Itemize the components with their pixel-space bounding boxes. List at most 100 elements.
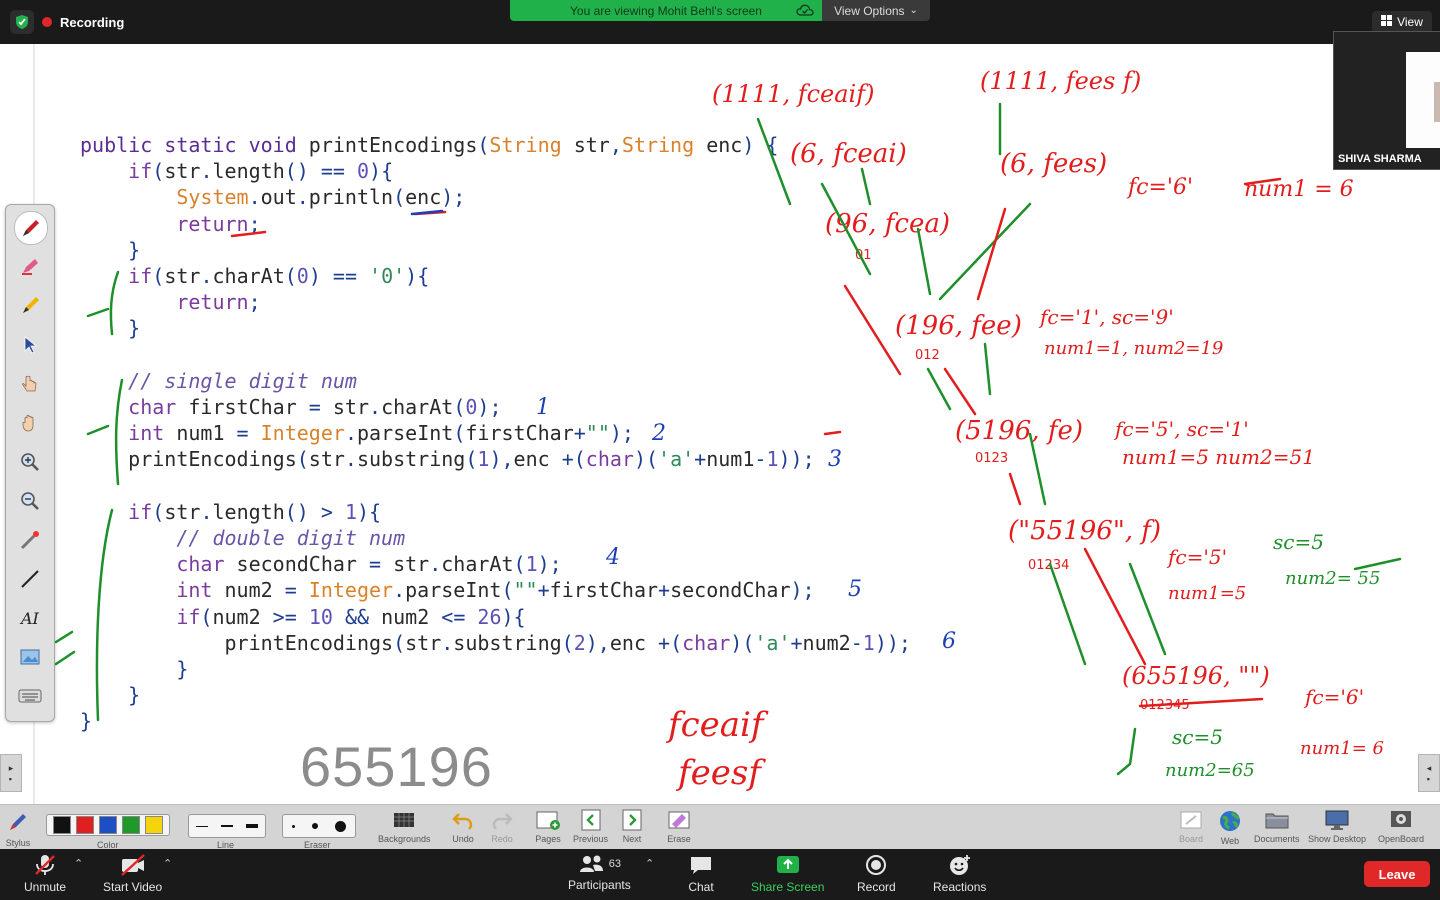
color-swatch-yellow[interactable] bbox=[145, 816, 164, 834]
line-width-picker[interactable] bbox=[188, 814, 266, 838]
record-button[interactable]: Record bbox=[857, 853, 896, 894]
participant-video-thumbnail[interactable]: SHIVA SHARMA bbox=[1333, 31, 1440, 170]
line-thin-icon[interactable] bbox=[195, 825, 208, 827]
color-swatch-black[interactable] bbox=[52, 816, 71, 834]
next-page-button[interactable]: Next bbox=[620, 808, 644, 844]
right-panel-toggle-icon[interactable]: ◂ ▪ bbox=[1418, 754, 1440, 792]
ink-line-number-6: 6 bbox=[942, 629, 956, 654]
openboard-menu-button[interactable]: OpenBoard bbox=[1378, 808, 1424, 844]
show-desktop-button[interactable]: Show Desktop bbox=[1308, 808, 1366, 844]
web-button[interactable]: Web bbox=[1217, 808, 1243, 846]
participant-name: SHIVA SHARMA bbox=[1338, 153, 1422, 165]
video-options-caret-icon[interactable]: ⌃ bbox=[163, 857, 172, 870]
stylus-button[interactable]: Stylus bbox=[4, 808, 32, 848]
view-button[interactable]: View bbox=[1372, 11, 1432, 33]
record-label: Record bbox=[857, 880, 896, 894]
chat-button[interactable]: Chat bbox=[688, 853, 714, 894]
zoom-top-bar: Recording You are viewing Mohit Behl's s… bbox=[0, 0, 1440, 44]
participants-button[interactable]: 63 Participants bbox=[568, 853, 631, 892]
microphone-muted-icon bbox=[35, 855, 55, 875]
previous-page-icon bbox=[581, 809, 600, 831]
viewing-banner: You are viewing Mohit Behl's screen bbox=[510, 0, 822, 21]
zoom-in-icon[interactable] bbox=[14, 446, 46, 478]
erase-all-button[interactable]: Erase bbox=[666, 808, 692, 844]
stylus-icon bbox=[10, 814, 26, 830]
reactions-button[interactable]: Reactions bbox=[933, 853, 986, 894]
video-frame-detail bbox=[1434, 82, 1440, 122]
hand-pan-icon[interactable] bbox=[14, 407, 46, 439]
share-screen-button[interactable]: Share Screen bbox=[751, 853, 824, 894]
color-swatch-green[interactable] bbox=[122, 816, 141, 834]
ink-note-num1-num2-19: num1=1, num2=19 bbox=[1044, 338, 1223, 359]
capture-tool-icon[interactable] bbox=[14, 641, 46, 673]
ink-line-number-4: 4 bbox=[605, 545, 620, 570]
recording-indicator[interactable]: Recording bbox=[10, 10, 124, 34]
board-button[interactable]: Board bbox=[1178, 808, 1204, 844]
ink-call-top-left: (1111, fceaif) bbox=[712, 80, 874, 108]
ink-line-number-2: 2 bbox=[651, 421, 666, 446]
eraser-large-icon[interactable] bbox=[335, 820, 347, 832]
gear-icon bbox=[1391, 811, 1412, 827]
unmute-button[interactable]: Unmute bbox=[24, 853, 66, 894]
whiteboard-toolbar: Stylus Color Line Eraser Backgrounds Und… bbox=[0, 804, 1440, 850]
color-picker[interactable] bbox=[46, 814, 170, 836]
keyboard-icon[interactable] bbox=[14, 680, 46, 712]
undo-icon bbox=[452, 813, 473, 830]
view-options-label: View Options bbox=[834, 3, 905, 18]
backgrounds-button[interactable]: Backgrounds bbox=[378, 808, 431, 844]
ink-tree-edge bbox=[1048, 562, 1087, 666]
start-video-button[interactable]: Start Video bbox=[103, 853, 162, 894]
text-tool-icon[interactable]: AI bbox=[14, 602, 46, 634]
color-swatch-red[interactable] bbox=[75, 816, 94, 834]
ink-tree-edge bbox=[938, 202, 1032, 301]
ink-green-tick-4 bbox=[54, 650, 76, 666]
line-tool-icon[interactable] bbox=[14, 563, 46, 595]
eraser-small-icon[interactable] bbox=[291, 824, 295, 828]
stylus-label: Stylus bbox=[5, 838, 31, 848]
pointer-hand-icon[interactable] bbox=[14, 368, 46, 400]
zoom-out-icon[interactable] bbox=[14, 485, 46, 517]
undo-button[interactable]: Undo bbox=[451, 808, 475, 844]
previous-page-button[interactable]: Previous bbox=[573, 808, 608, 844]
backgrounds-label: Backgrounds bbox=[378, 834, 431, 844]
documents-button[interactable]: Documents bbox=[1254, 808, 1300, 844]
view-options-button[interactable]: View Options ⌄ bbox=[822, 0, 930, 21]
folder-icon bbox=[1265, 813, 1289, 829]
ink-tree-edge bbox=[926, 367, 952, 411]
pages-button[interactable]: Pages bbox=[535, 808, 561, 844]
desktop-icon bbox=[1325, 810, 1349, 830]
eraser-medium-icon[interactable] bbox=[311, 823, 318, 829]
ink-note-num2-55: num2= 55 bbox=[1285, 568, 1380, 589]
participants-caret-icon[interactable]: ⌃ bbox=[645, 857, 654, 870]
pen-tool-icon[interactable] bbox=[14, 211, 48, 245]
web-label: Web bbox=[1220, 836, 1240, 846]
ink-green-bracket-3 bbox=[95, 508, 114, 722]
globe-icon bbox=[1220, 811, 1240, 831]
line-medium-icon[interactable] bbox=[220, 825, 233, 827]
ink-node-55196-f: ("55196", f) bbox=[1008, 516, 1161, 546]
leave-button[interactable]: Leave bbox=[1364, 861, 1430, 887]
marker-tool-icon[interactable] bbox=[14, 290, 46, 322]
view-label: View bbox=[1397, 15, 1423, 29]
color-swatch-blue[interactable] bbox=[98, 816, 117, 834]
grid-view-icon bbox=[1381, 15, 1393, 29]
ink-index-012: 012 bbox=[915, 348, 940, 363]
laser-pointer-icon[interactable] bbox=[14, 524, 46, 556]
zoom-meeting-controls: Unmute ⌃ Start Video ⌃ 63 Participants ⌃… bbox=[0, 849, 1440, 900]
pages-label: Pages bbox=[535, 834, 561, 844]
recording-label: Recording bbox=[60, 14, 125, 30]
board-label: Board bbox=[1178, 834, 1204, 844]
left-panel-toggle-icon[interactable]: ▸ ▪ bbox=[0, 754, 22, 792]
select-arrow-icon[interactable] bbox=[14, 329, 46, 361]
highlighter-tool-icon[interactable] bbox=[14, 251, 46, 283]
redo-button[interactable]: Redo bbox=[490, 808, 514, 844]
audio-options-caret-icon[interactable]: ⌃ bbox=[74, 857, 83, 870]
ink-green-bracket-1 bbox=[109, 270, 120, 336]
whiteboard-canvas[interactable]: public static void printEncodings(String… bbox=[0, 44, 1440, 804]
previous-label: Previous bbox=[573, 834, 609, 844]
ink-result-fceaif: fceaif bbox=[665, 705, 769, 745]
line-thick-icon[interactable] bbox=[246, 824, 259, 828]
ink-line-number-3: 3 bbox=[828, 447, 842, 472]
security-shield-icon[interactable] bbox=[10, 10, 34, 34]
eraser-size-picker[interactable] bbox=[282, 814, 356, 838]
